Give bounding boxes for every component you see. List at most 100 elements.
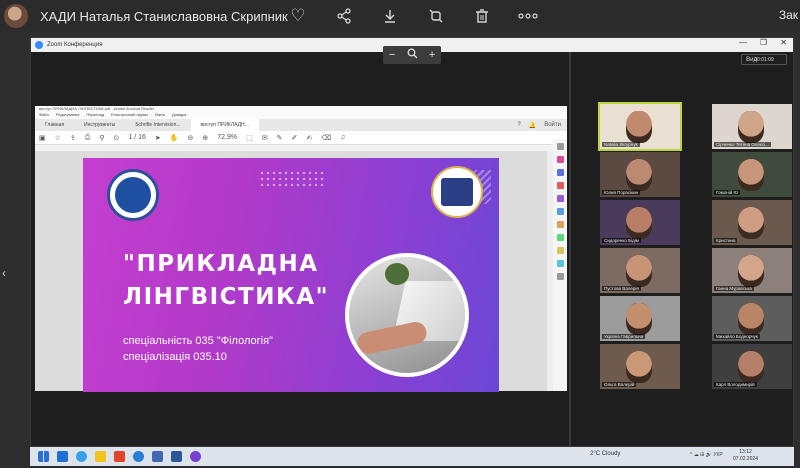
participant-tile[interactable]: Ольга Валерій	[600, 344, 680, 389]
chevron-left-icon[interactable]: ‹	[2, 266, 6, 280]
star-icon[interactable]: ☆	[55, 134, 61, 142]
taskbar-app-icon[interactable]	[57, 451, 68, 462]
system-tray[interactable]: ^ ☁ ⊞ 🔊 УКР	[690, 452, 723, 458]
share-icon[interactable]	[330, 4, 358, 28]
taskbar-apps	[30, 451, 201, 462]
search-tool-icon[interactable]	[556, 143, 564, 150]
participant-tile[interactable]: Юлия Порасікин	[600, 152, 680, 197]
taskbar-app-icon[interactable]	[152, 451, 163, 462]
participant-tile[interactable]: Пустова Валерія	[600, 248, 680, 293]
cursor-icon[interactable]: ➤	[155, 134, 161, 142]
export-tool-icon[interactable]	[556, 156, 564, 163]
taskbar-app-icon[interactable]	[114, 451, 125, 462]
weather-widget[interactable]: 2°C Cloudy	[590, 451, 620, 457]
clock-date: 07.02.2024	[732, 456, 758, 462]
compress-tool-icon[interactable]	[556, 260, 564, 267]
page-indicator[interactable]: 1 / 16	[128, 134, 146, 141]
taskbar-app-icon[interactable]	[133, 451, 144, 462]
zoom-out-icon[interactable]: ⊖	[188, 134, 194, 142]
participant-video	[626, 303, 652, 335]
fill-sign-tool-icon[interactable]	[556, 234, 564, 241]
pen-icon[interactable]: ✎	[277, 134, 283, 142]
participant-video	[738, 255, 764, 287]
zoom-in-icon[interactable]: ⊕	[202, 134, 208, 142]
pdf-toolbar: ▣ ☆ ⇪ ⎙ ⚲ ⊙ 1 / 16 ➤ ✋ ⊖ ⊕ 72,9% ⬚ ✉ ✎ ✐…	[35, 131, 567, 145]
participant-name: Natalia Skrypnyk	[602, 142, 640, 147]
magnifier-icon[interactable]	[407, 48, 418, 62]
zoom-in-button[interactable]: +	[429, 49, 435, 61]
zoom-window-title: Zoom Конференция	[47, 42, 103, 48]
create-tool-icon[interactable]	[556, 182, 564, 189]
tab-document-1[interactable]: Schrifte Intervision...	[125, 119, 190, 131]
viewer-right-label[interactable]: Зак	[779, 8, 798, 22]
save-icon[interactable]: ▣	[39, 134, 46, 142]
highlight-icon[interactable]: ✐	[292, 134, 298, 142]
avatar[interactable]	[4, 4, 28, 28]
tab-tools[interactable]: Инструменты	[74, 119, 125, 131]
more-icon[interactable]	[514, 4, 542, 28]
panel-divider[interactable]	[569, 52, 571, 448]
upload-icon[interactable]: ⇪	[70, 134, 76, 142]
participant-tile[interactable]: Гомоній Ю	[712, 152, 792, 197]
viewer-title: ХАДИ Наталья Станиславовна Скрипник	[40, 8, 288, 24]
comment-tool-icon[interactable]	[556, 195, 564, 202]
participant-name: Сидоренко Бідім	[602, 238, 641, 243]
participant-tile[interactable]: Сидоренко Бідім	[600, 200, 680, 245]
pdf-tab-actions: ? 🔔 Войти	[517, 122, 561, 129]
taskbar-app-icon[interactable]	[171, 451, 182, 462]
edit-tool-icon[interactable]	[556, 169, 564, 176]
taskbar-app-icon[interactable]	[76, 451, 87, 462]
windows-start-icon[interactable]	[38, 451, 49, 462]
zoom-out-button[interactable]: −	[389, 49, 395, 61]
sign-in-button[interactable]: Войти	[544, 122, 561, 129]
taskbar-clock[interactable]: 13:12 07.02.2024	[733, 449, 758, 463]
minimize-icon[interactable]: —	[739, 38, 747, 47]
print-icon[interactable]: ⎙	[85, 134, 91, 142]
hand-icon[interactable]: ✋	[170, 134, 179, 142]
participant-tile[interactable]: Ганна Муравська	[712, 248, 792, 293]
participant-tile[interactable]: Natalia Skrypnyk	[598, 102, 682, 151]
combine-tool-icon[interactable]	[556, 208, 564, 215]
crop-icon[interactable]	[422, 4, 450, 28]
organize-tool-icon[interactable]	[556, 221, 564, 228]
participant-tile[interactable]: Україна Гаврильна	[600, 296, 680, 341]
bell-icon[interactable]: 🔔	[529, 122, 536, 129]
zoom-logo-icon	[35, 41, 43, 49]
delete-icon[interactable]: ⌫	[321, 134, 331, 142]
trash-icon[interactable]	[468, 4, 496, 28]
download-icon[interactable]	[376, 4, 404, 28]
prev-page-icon[interactable]: ⊙	[114, 134, 120, 142]
protect-tool-icon[interactable]	[556, 247, 564, 254]
tab-document-2[interactable]: виступ ПРИКЛАДН...	[190, 119, 259, 131]
more-tools-icon[interactable]	[556, 273, 564, 280]
participant-tile[interactable]: Сірченко Тетяна Олексі...	[712, 104, 792, 149]
sign-icon[interactable]: ✍	[306, 134, 312, 142]
close-icon[interactable]: ✕	[780, 38, 787, 47]
comment-icon[interactable]: ✉	[262, 134, 268, 142]
participant-tile[interactable]: Михайло Боднорчук	[712, 296, 792, 341]
pdf-tabs: Главная Инструменты Schrifte Intervision…	[35, 119, 567, 131]
taskbar-app-icon[interactable]	[95, 451, 106, 462]
heart-icon[interactable]: ♡	[284, 4, 312, 28]
participant-name: Сірченко Тетяна Олексі...	[714, 142, 771, 147]
menu-edit[interactable]: Редагування	[56, 112, 80, 119]
menu-file[interactable]: Файл	[39, 112, 49, 119]
restore-icon[interactable]: ❐	[760, 38, 767, 47]
tab-home[interactable]: Главная	[35, 119, 74, 131]
participant-tile[interactable]: Кристина	[712, 200, 792, 245]
participant-tile[interactable]: Карл Володимирій	[712, 344, 792, 389]
viewer-top-bar: ХАДИ Наталья Станиславовна Скрипник ♡ За…	[0, 0, 800, 32]
fit-icon[interactable]: ⬚	[246, 134, 253, 142]
menu-view[interactable]: Перегляд	[86, 112, 104, 119]
zoom-level[interactable]: 72,9%	[217, 134, 237, 141]
audio-icon[interactable]: ♫	[340, 134, 345, 141]
menu-window[interactable]: Вікно	[155, 112, 165, 119]
pdf-tools-sidebar	[553, 139, 567, 391]
laptop-photo	[345, 253, 469, 377]
menu-help[interactable]: Довідка	[172, 112, 186, 119]
search-icon[interactable]: ⚲	[99, 134, 104, 142]
university-emblem-icon	[107, 169, 159, 221]
help-icon[interactable]: ?	[517, 122, 520, 129]
menu-sign[interactable]: Електронний підпис	[111, 112, 148, 119]
taskbar-app-icon[interactable]	[190, 451, 201, 462]
